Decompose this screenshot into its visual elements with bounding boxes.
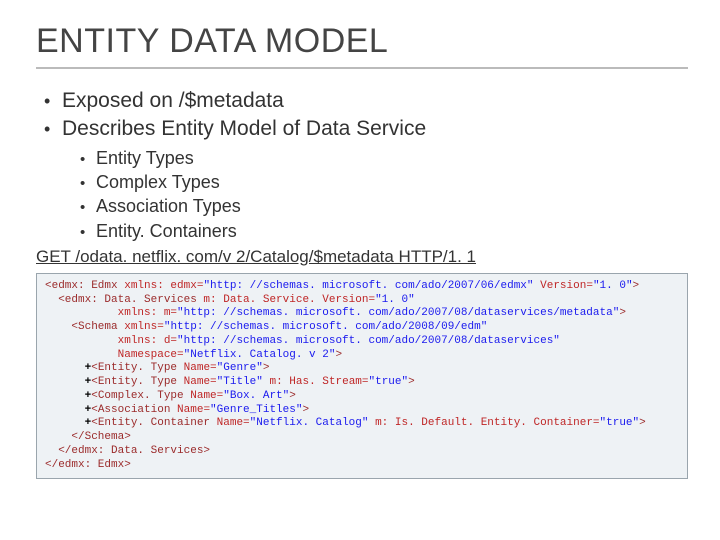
xml-attr: xmlns: d= <box>45 335 177 347</box>
xml-tag: > <box>263 362 270 374</box>
sub-bullet-text: Entity. Containers <box>96 219 237 243</box>
http-request-line: GET /odata. netflix. com/v 2/Catalog/$me… <box>36 247 688 267</box>
xml-tag: <Association <box>91 404 170 416</box>
sub-bullet-item: • Entity. Containers <box>80 219 688 243</box>
xml-attr: Version= <box>534 280 593 292</box>
bullet-item: • Exposed on /$metadata <box>44 87 688 115</box>
xml-val: "1. 0" <box>593 280 633 292</box>
xml-tag: <Entity. Type <box>91 362 177 374</box>
xml-tag: <edmx: Edmx <box>45 280 118 292</box>
xml-tag: > <box>335 349 342 361</box>
xml-attr: Name= <box>210 417 250 429</box>
collapse-plus-icon: + <box>45 404 91 416</box>
collapse-plus-icon: + <box>45 376 91 388</box>
bullet-dot-icon: • <box>44 89 62 113</box>
sub-bullet-item: • Association Types <box>80 194 688 218</box>
xml-attr: Name= <box>177 362 217 374</box>
xml-val: "http: //schemas. microsoft. com/ado/200… <box>164 321 487 333</box>
xml-tag: > <box>633 280 640 292</box>
xml-val: "Genre_Titles" <box>210 404 302 416</box>
xml-val: "http: //schemas. microsoft. com/ado/200… <box>177 307 619 319</box>
xml-code-block: <edmx: Edmx xmlns: edmx="http: //schemas… <box>36 273 688 480</box>
bullet-text: Describes Entity Model of Data Service <box>62 115 426 143</box>
sub-bullet-item: • Entity Types <box>80 146 688 170</box>
bullet-dot-icon: • <box>80 198 96 218</box>
xml-val: "true" <box>600 417 640 429</box>
xml-val: "Netflix. Catalog" <box>250 417 369 429</box>
xml-tag: <Entity. Container <box>91 417 210 429</box>
xml-attr: xmlns: m= <box>45 307 177 319</box>
xml-val: "Box. Art" <box>223 390 289 402</box>
xml-tag: <Schema <box>45 321 118 333</box>
xml-tag: </Schema> <box>45 431 131 443</box>
slide: ENTITY DATA MODEL • Exposed on /$metadat… <box>0 0 720 499</box>
bullet-dot-icon: • <box>80 150 96 170</box>
xml-attr: Name= <box>184 390 224 402</box>
xml-tag: </edmx: Data. Services> <box>45 445 210 457</box>
xml-attr: xmlns= <box>118 321 164 333</box>
xml-tag: > <box>302 404 309 416</box>
xml-attr: Namespace= <box>45 349 184 361</box>
sub-bullet-item: • Complex Types <box>80 170 688 194</box>
collapse-plus-icon: + <box>45 390 91 402</box>
xml-val: "Title" <box>217 376 263 388</box>
sub-bullet-list: • Entity Types • Complex Types • Associa… <box>80 146 688 243</box>
sub-bullet-text: Complex Types <box>96 170 220 194</box>
xml-attr: xmlns: edmx= <box>118 280 204 292</box>
bullet-text: Exposed on /$metadata <box>62 87 284 115</box>
sub-bullet-text: Association Types <box>96 194 241 218</box>
xml-attr: Name= <box>177 376 217 388</box>
xml-tag: > <box>619 307 626 319</box>
bullet-dot-icon: • <box>44 117 62 141</box>
xml-val: "http: //schemas. microsoft. com/ado/200… <box>203 280 533 292</box>
xml-val: "1. 0" <box>375 294 415 306</box>
bullet-list: • Exposed on /$metadata • Describes Enti… <box>44 87 688 144</box>
xml-tag: <Entity. Type <box>91 376 177 388</box>
bullet-dot-icon: • <box>80 223 96 243</box>
xml-tag: </edmx: Edmx> <box>45 459 131 471</box>
xml-tag: <edmx: Data. Services <box>45 294 197 306</box>
xml-val: "Genre" <box>217 362 263 374</box>
xml-val: "true" <box>369 376 409 388</box>
xml-tag: > <box>408 376 415 388</box>
sub-bullet-text: Entity Types <box>96 146 194 170</box>
bullet-item: • Describes Entity Model of Data Service <box>44 115 688 143</box>
xml-attr: m: Has. Stream= <box>263 376 369 388</box>
collapse-plus-icon: + <box>45 362 91 374</box>
xml-val: "Netflix. Catalog. v 2" <box>184 349 336 361</box>
xml-attr: Name= <box>170 404 210 416</box>
xml-tag: <Complex. Type <box>91 390 183 402</box>
collapse-plus-icon: + <box>45 417 91 429</box>
xml-attr: m: Is. Default. Entity. Container= <box>368 417 599 429</box>
xml-tag: > <box>639 417 646 429</box>
page-title: ENTITY DATA MODEL <box>36 22 688 69</box>
xml-tag: > <box>289 390 296 402</box>
xml-attr: m: Data. Service. Version= <box>197 294 375 306</box>
xml-val: "http: //schemas. microsoft. com/ado/200… <box>177 335 560 347</box>
bullet-dot-icon: • <box>80 174 96 194</box>
